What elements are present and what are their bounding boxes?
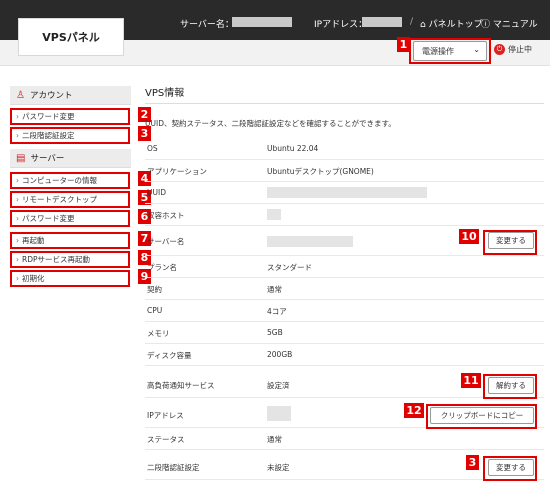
- server-name-label: サーバー名：: [180, 20, 234, 30]
- info-row-cpu: CPU 4コア: [145, 300, 544, 322]
- marker-box-10: [483, 230, 537, 255]
- home-icon: ⌂: [420, 20, 426, 30]
- marker-box-1: [409, 38, 491, 64]
- page-title: VPS情報: [145, 84, 544, 104]
- info-row-disk: ディスク容量 200GB: [145, 344, 544, 366]
- manual-link[interactable]: ⓘ マニュアル: [481, 17, 538, 30]
- marker-box-11: [483, 374, 537, 399]
- info-row-uuid: UUID: [145, 182, 544, 204]
- info-row-status: ステータス 通常: [145, 428, 544, 450]
- marker-box-9: [10, 270, 130, 287]
- info-row-memory: メモリ 5GB: [145, 322, 544, 344]
- server-section-heading: ▤ サーバー: [10, 149, 131, 168]
- page-description: UUID、契約ステータス、二段階認証設定などを確認することができます。: [145, 119, 396, 128]
- server-icon: ▤: [16, 152, 26, 164]
- marker-box-8: [10, 251, 130, 268]
- info-row-application: アプリケーション Ubuntuデスクトップ(GNOME): [145, 160, 544, 182]
- server-name-masked-value: [267, 236, 353, 247]
- info-row-contract: 契約 通常: [145, 278, 544, 300]
- server-name-masked: [232, 17, 292, 27]
- marker-box-5: [10, 191, 130, 208]
- user-icon: ♙: [16, 89, 25, 101]
- marker-box-2: [10, 108, 130, 125]
- marker-box-6: [10, 210, 130, 227]
- panel-top-link[interactable]: ⌂ パネルトップ: [420, 17, 483, 30]
- marker-box-4: [10, 172, 130, 189]
- marker-3-bottom: 3: [466, 455, 479, 470]
- ip-address-label: IPアドレス：: [314, 20, 368, 30]
- power-status: ⏻ 停止中: [494, 44, 532, 55]
- power-icon: ⏻: [494, 44, 505, 55]
- info-row-host: 収容ホスト: [145, 204, 544, 226]
- marker-11: 11: [461, 373, 481, 388]
- help-icon: ⓘ: [481, 20, 491, 30]
- marker-box-7: [10, 232, 130, 249]
- marker-12: 12: [404, 403, 424, 418]
- host-masked: [267, 209, 281, 220]
- vps-panel-logo[interactable]: VPSパネル: [18, 18, 124, 56]
- ip-address-masked: [362, 17, 402, 27]
- marker-box-12: [426, 404, 537, 429]
- marker-1: 1: [397, 37, 410, 52]
- header-separator: /: [410, 17, 414, 27]
- marker-10: 10: [459, 229, 479, 244]
- info-row-plan: プラン名 スタンダード: [145, 256, 544, 278]
- info-row-os: OS Ubuntu 22.04: [145, 138, 544, 160]
- uuid-masked: [267, 187, 427, 198]
- marker-box-3: [10, 127, 130, 144]
- ip-masked-value: [267, 406, 291, 421]
- marker-box-3-bottom: [483, 456, 537, 481]
- account-section-heading: ♙ アカウント: [10, 86, 131, 105]
